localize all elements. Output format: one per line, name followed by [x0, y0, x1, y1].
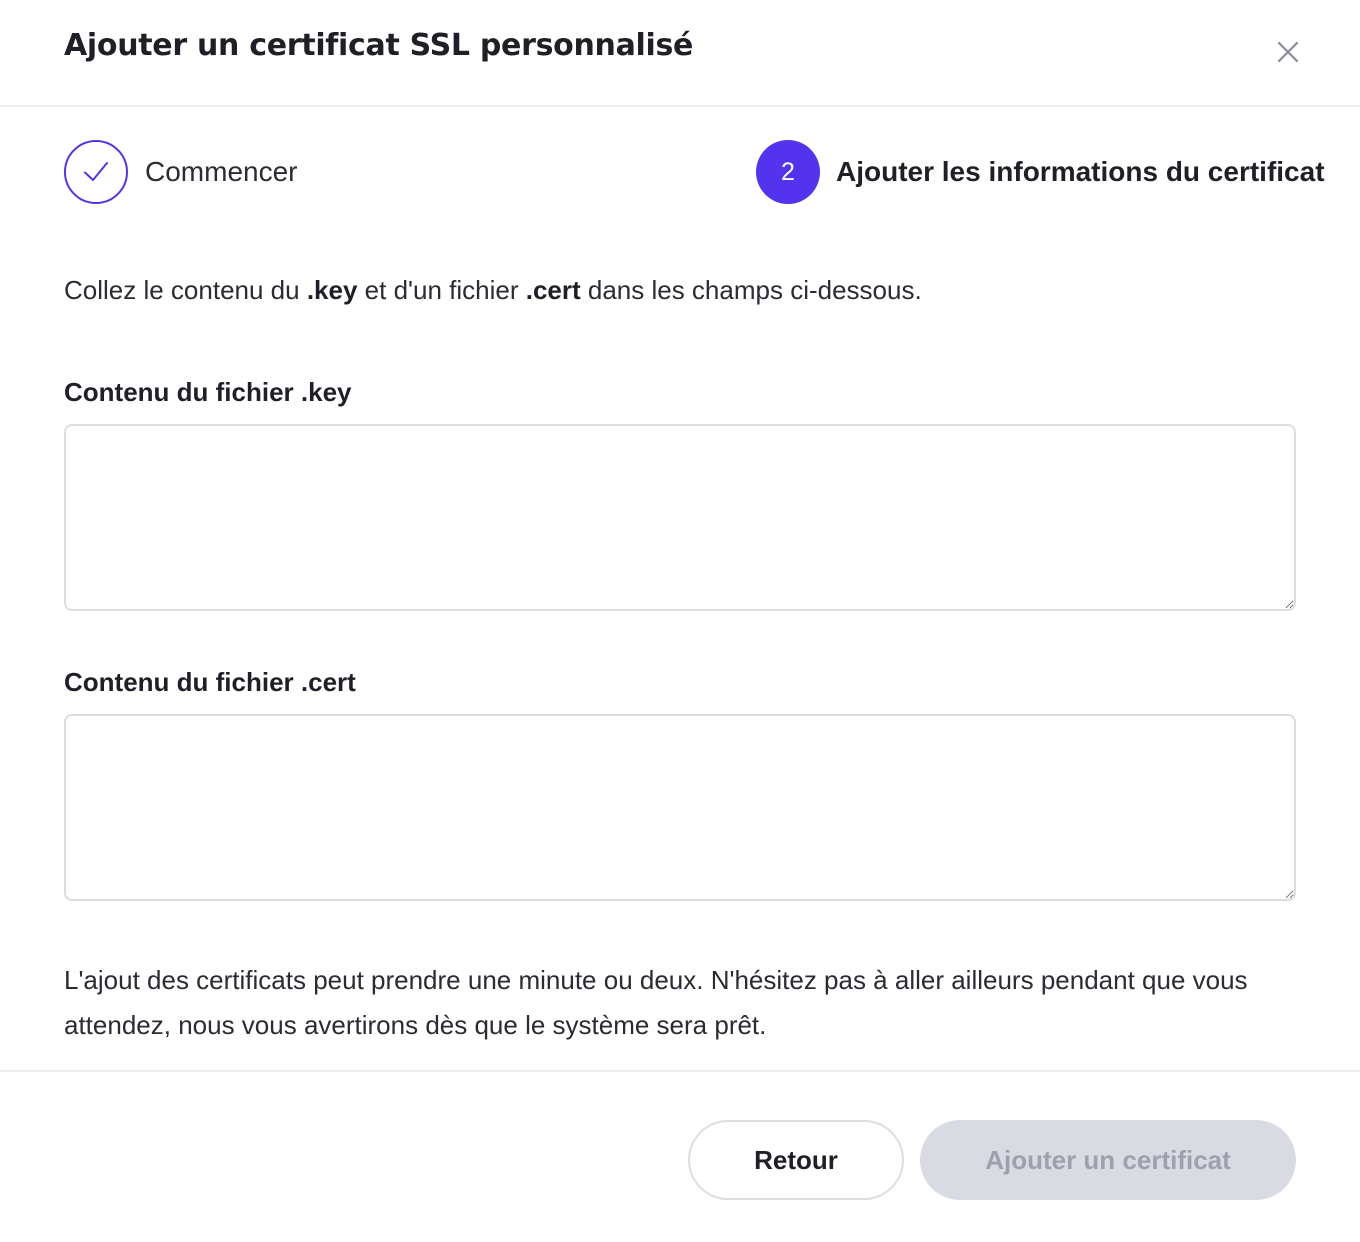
key-content-textarea[interactable]: [64, 424, 1296, 611]
modal-title: Ajouter un certificat SSL personnalisé: [64, 28, 694, 63]
back-button[interactable]: Retour: [688, 1120, 904, 1200]
key-field-label: Contenu du fichier .key: [64, 377, 352, 407]
step-1-label: Commencer: [145, 156, 298, 187]
footer-divider: [0, 1070, 1360, 1072]
step-2-indicator: 2: [756, 140, 820, 204]
key-extension: .key: [306, 275, 358, 305]
ssl-certificate-modal: Ajouter un certificat SSL personnalisé C…: [0, 0, 1360, 1242]
cert-extension: .cert: [525, 275, 581, 305]
instruction-middle: et d'un fichier: [357, 275, 526, 305]
cert-content-textarea[interactable]: [64, 714, 1296, 901]
cert-field-label: Contenu du fichier .cert: [64, 667, 356, 697]
instruction-prefix: Collez le contenu du: [64, 275, 307, 305]
step-1-indicator: [64, 140, 128, 204]
processing-note: L'ajout des certificats peut prendre une…: [64, 965, 1248, 1040]
instruction-suffix: dans les champs ci-dessous.: [580, 275, 922, 305]
close-icon: [1277, 41, 1299, 63]
checkmark-icon: [84, 162, 108, 181]
step-2-label: Ajouter les informations du certificat: [836, 156, 1325, 187]
instruction-text: Collez le contenu du .key et d'un fichie…: [64, 272, 922, 308]
close-button[interactable]: [1268, 32, 1308, 72]
modal-header: Ajouter un certificat SSL personnalisé: [0, 0, 1360, 107]
add-certificate-button[interactable]: Ajouter un certificat: [920, 1120, 1296, 1200]
